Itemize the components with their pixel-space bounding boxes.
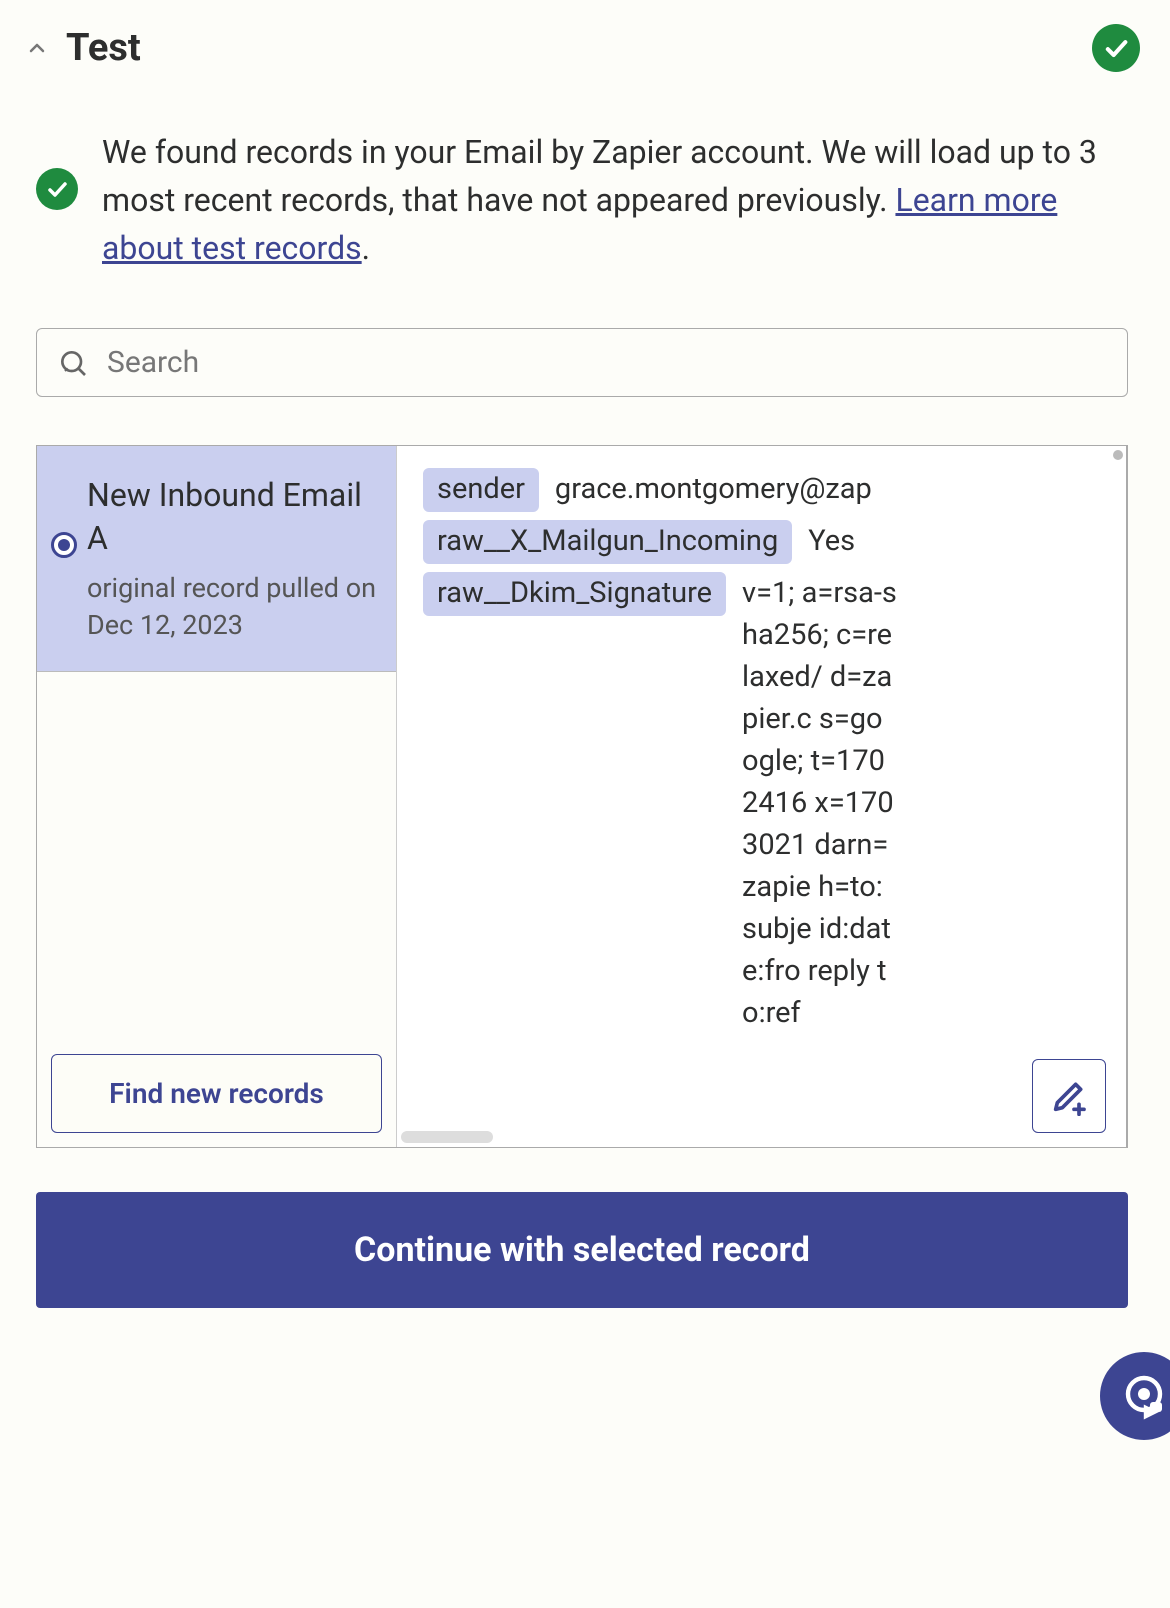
success-check-icon (36, 168, 78, 210)
edit-record-button[interactable] (1032, 1059, 1106, 1133)
radio-selected-icon[interactable] (51, 532, 77, 558)
continue-button[interactable]: Continue with selected record (36, 1192, 1128, 1308)
field-key: raw__Dkim_Signature (423, 572, 726, 616)
section-title: Test (66, 26, 141, 70)
search-field[interactable] (36, 328, 1128, 397)
horizontal-scrollbar[interactable] (401, 1131, 493, 1143)
field-value: grace.montgomery@zap (555, 468, 872, 510)
field-key: sender (423, 468, 539, 512)
scrollbar-thumb[interactable] (1113, 450, 1123, 460)
field-value: Yes (808, 520, 855, 562)
field-value: v=1; a=rsa-sha256; c=relaxed/ d=zapier.c… (742, 572, 897, 1035)
info-message: We found records in your Email by Zapier… (102, 128, 1128, 272)
find-new-records-button[interactable]: Find new records (51, 1054, 382, 1133)
record-details-panel[interactable]: sender grace.montgomery@zap raw__X_Mailg… (397, 446, 1126, 1147)
detail-row: raw__Dkim_Signature v=1; a=rsa-sha256; c… (423, 572, 1108, 1035)
record-subtitle: original record pulled on Dec 12, 2023 (87, 570, 378, 643)
chat-icon (1120, 1372, 1168, 1420)
detail-row: sender grace.montgomery@zap (423, 468, 1108, 512)
search-icon (57, 347, 89, 379)
record-title: New Inbound Email A (87, 474, 378, 560)
pencil-plus-icon (1049, 1076, 1089, 1116)
info-text-suffix: . (362, 229, 370, 267)
status-check-icon (1092, 24, 1140, 72)
field-key: raw__X_Mailgun_Incoming (423, 520, 792, 564)
search-input[interactable] (107, 345, 1107, 380)
detail-row: raw__X_Mailgun_Incoming Yes (423, 520, 1108, 564)
collapse-toggle[interactable] (24, 35, 50, 61)
help-chat-button[interactable] (1096, 1348, 1170, 1444)
record-item[interactable]: New Inbound Email A original record pull… (37, 446, 396, 672)
